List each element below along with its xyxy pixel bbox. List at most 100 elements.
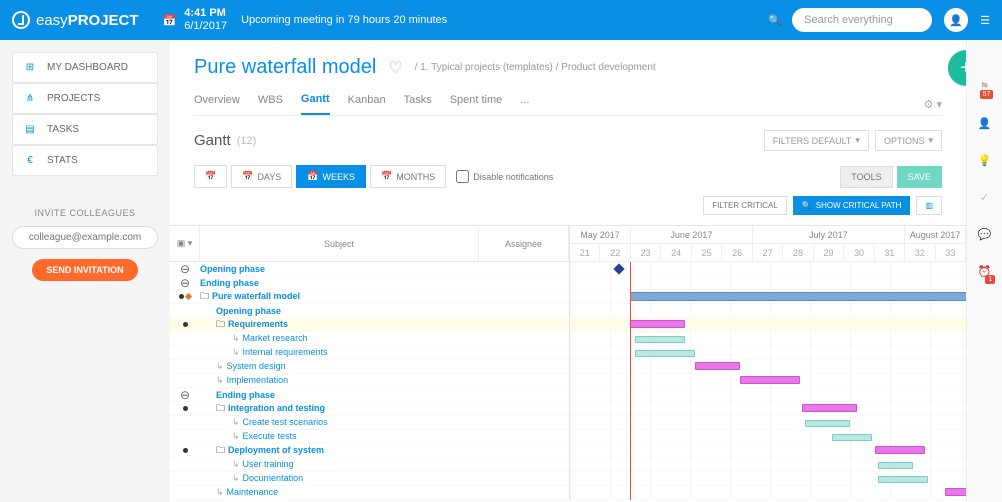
gantt-bar[interactable] [635, 350, 695, 357]
rightbar: ⚑57 👤 💡 ✓ 💬 ⏰1 [966, 40, 1002, 502]
columns-config-button[interactable]: ▥ [916, 196, 942, 215]
send-invitation-button[interactable]: SEND INVITATION [32, 259, 137, 281]
calendar-icon[interactable]: 📅 [163, 14, 177, 27]
task-name[interactable]: ↳Maintenance [200, 487, 479, 498]
task-row[interactable]: ↳Create test scenarios [170, 416, 569, 430]
task-name[interactable]: Opening phase [200, 264, 479, 274]
tools-button[interactable]: TOOLS [840, 166, 892, 188]
days-button[interactable]: 📅 DAYS [231, 165, 292, 188]
gantt-bar[interactable] [875, 446, 925, 454]
logo[interactable]: easyPROJECT [12, 11, 139, 29]
task-name[interactable]: ↳Create test scenarios [200, 417, 479, 428]
rightbar-icon: ✓ [980, 192, 989, 204]
col-assignee[interactable]: Assignee [479, 226, 569, 261]
gantt-bar[interactable] [802, 404, 857, 412]
task-row[interactable]: 🗀Pure waterfall model [170, 290, 569, 304]
task-name[interactable]: Ending phase [200, 278, 479, 288]
expand-toggle[interactable] [170, 322, 200, 327]
rightbar-item[interactable]: 💬 [978, 228, 992, 241]
filter-critical-button[interactable]: FILTER CRITICAL [703, 196, 787, 215]
breadcrumb[interactable]: / 1. Typical projects (templates) / Prod… [415, 62, 656, 73]
rightbar-item[interactable]: 👤 [978, 117, 992, 130]
expand-toggle[interactable]: ⊖ [170, 388, 200, 402]
task-row[interactable]: 🗀Integration and testing [170, 402, 569, 416]
task-row[interactable]: ↳Documentation [170, 472, 569, 486]
task-row[interactable]: ⊖Opening phase [170, 262, 569, 276]
task-name[interactable]: ↳System design [200, 361, 479, 372]
sidebar-item-1[interactable]: ⋔PROJECTS [12, 83, 158, 114]
search-input[interactable]: Search everything [792, 8, 932, 32]
gantt-bar[interactable] [945, 488, 966, 496]
task-row[interactable]: 🗀Deployment of system [170, 444, 569, 458]
invite-input[interactable] [12, 226, 158, 249]
task-name[interactable]: Ending phase [200, 390, 479, 400]
tab-kanban[interactable]: Kanban [348, 94, 386, 114]
save-button[interactable]: SAVE [897, 166, 942, 188]
rightbar-item[interactable]: ⏰1 [978, 265, 992, 278]
task-row[interactable]: ↳Internal requirements [170, 346, 569, 360]
gantt-bar[interactable] [805, 420, 850, 427]
favorite-icon[interactable]: ♡ [388, 58, 402, 78]
options-dropdown[interactable]: OPTIONS ▾ [875, 130, 942, 151]
task-row[interactable]: ↳Implementation [170, 374, 569, 388]
gantt-bar[interactable] [630, 292, 966, 301]
page-title[interactable]: Pure waterfall model [194, 56, 376, 79]
task-name[interactable]: 🗀Requirements [200, 317, 479, 333]
task-row[interactable]: ↳Maintenance [170, 486, 569, 500]
task-row[interactable]: ↳Market research [170, 332, 569, 346]
months-button[interactable]: 📅 MONTHS [370, 165, 446, 188]
gantt-bar[interactable] [832, 434, 872, 441]
expand-toggle[interactable]: ⊖ [170, 262, 200, 276]
col-subject[interactable]: Subject [200, 226, 479, 261]
gantt-bar[interactable] [630, 320, 685, 328]
milestone-icon[interactable] [613, 263, 624, 274]
tab-gantt[interactable]: Gantt [301, 93, 330, 115]
disable-notifications-checkbox[interactable]: Disable notifications [456, 170, 553, 183]
zoom-out-button[interactable]: 📅 [194, 165, 227, 188]
task-name[interactable]: 🗀Deployment of system [200, 443, 479, 459]
gantt-bar[interactable] [878, 476, 928, 483]
gantt-bar[interactable] [635, 336, 685, 343]
expand-toggle[interactable] [170, 448, 200, 453]
task-row[interactable]: ↳System design [170, 360, 569, 374]
task-name[interactable]: ↳User training [200, 459, 479, 470]
sidebar-item-0[interactable]: ⊞MY DASHBOARD [12, 52, 158, 83]
tab-...[interactable]: ... [520, 94, 529, 114]
week-header: 28 [783, 244, 813, 261]
gantt-bar[interactable] [878, 462, 913, 469]
expand-toggle[interactable]: ⊖ [170, 276, 200, 290]
rightbar-item[interactable]: 💡 [978, 154, 992, 167]
tab-overview[interactable]: Overview [194, 94, 240, 114]
task-name[interactable]: ↳Market research [200, 333, 479, 344]
task-name[interactable]: ↳Implementation [200, 375, 479, 386]
expand-all-icon[interactable]: ▣ ▾ [170, 226, 200, 261]
filters-dropdown[interactable]: FILTERS DEFAULT ▾ [764, 130, 869, 151]
tab-wbs[interactable]: WBS [258, 94, 283, 114]
search-icon[interactable]: 🔍 [768, 14, 782, 27]
gantt-bar[interactable] [740, 376, 800, 384]
expand-toggle[interactable] [170, 294, 200, 299]
menu-icon[interactable]: ☰ [980, 14, 990, 27]
expand-toggle[interactable] [170, 406, 200, 411]
task-name[interactable]: 🗀Integration and testing [200, 401, 479, 417]
task-name[interactable]: ↳Documentation [200, 473, 479, 484]
tab-tasks[interactable]: Tasks [404, 94, 432, 114]
sidebar-item-2[interactable]: ▤TASKS [12, 114, 158, 145]
weeks-button[interactable]: 📅 WEEKS [296, 165, 366, 188]
rightbar-item[interactable]: ✓ [980, 191, 989, 204]
gear-icon[interactable]: ⚙ ▾ [924, 98, 942, 111]
task-row[interactable]: ↳User training [170, 458, 569, 472]
task-name[interactable]: Opening phase [200, 306, 479, 316]
task-name[interactable]: 🗀Pure waterfall model [200, 289, 479, 305]
task-name[interactable]: ↳Execute tests [200, 431, 479, 442]
badge: 1 [985, 275, 995, 284]
show-critical-path-button[interactable]: 🔍 SHOW CRITICAL PATH [793, 196, 911, 215]
avatar[interactable]: 👤 [944, 8, 968, 32]
sidebar-item-3[interactable]: €STATS [12, 145, 158, 176]
subtask-icon: ↳ [216, 361, 224, 371]
rightbar-item[interactable]: ⚑57 [980, 80, 990, 93]
gantt-bar[interactable] [695, 362, 740, 370]
tab-spent time[interactable]: Spent time [450, 94, 503, 114]
task-name[interactable]: ↳Internal requirements [200, 347, 479, 358]
task-row[interactable]: 🗀Requirements [170, 318, 569, 332]
